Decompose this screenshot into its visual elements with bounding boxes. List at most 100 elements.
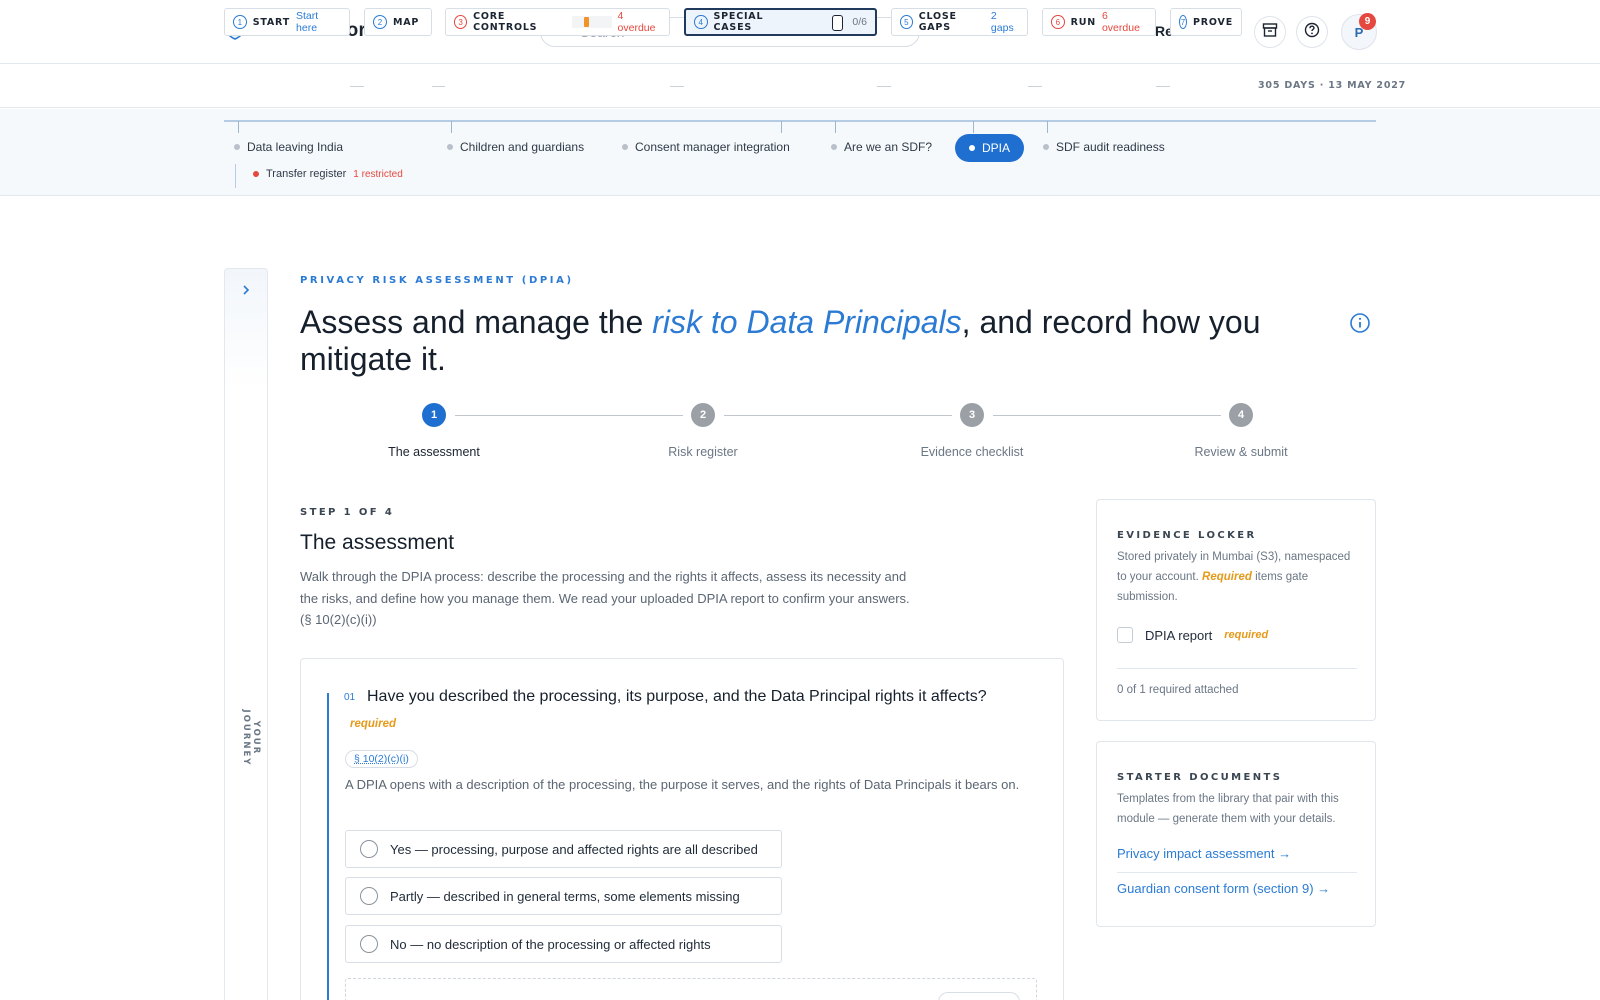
stage-prove[interactable]: 7 PROVE (1170, 8, 1242, 36)
section-reference-link[interactable]: § 10(2)(c)(i) (345, 750, 418, 768)
stage-number: 3 (454, 15, 468, 29)
subtab-label: SDF audit readiness (1056, 140, 1165, 154)
subtab-children[interactable]: Children and guardians (447, 140, 584, 154)
stage-number: 4 (694, 15, 708, 29)
stage-number: 7 (1179, 15, 1188, 29)
question-text: Have you described the processing, its p… (367, 688, 987, 705)
stage-start[interactable]: 1 START Start here (224, 8, 350, 36)
card-description: Stored privately in Mumbai (S3), namespa… (1117, 547, 1357, 607)
required-emphasis: Required (1202, 571, 1252, 583)
subtab-label: Consent manager integration (635, 140, 790, 154)
step-3-indicator[interactable]: 3 (960, 403, 984, 427)
stage-number: 6 (1051, 15, 1065, 29)
step-2-label[interactable]: Risk register (613, 445, 793, 459)
subtab-branch-line (235, 164, 236, 188)
stage-label: MAP (393, 16, 420, 28)
archive-button[interactable] (1254, 16, 1286, 48)
subtab-transfer-register[interactable]: Transfer register 1 restricted (253, 168, 403, 180)
subtab-label: Children and guardians (460, 140, 585, 154)
evidence-item-dpia-report[interactable]: DPIA report required (1117, 627, 1268, 643)
stepper-line (455, 415, 683, 416)
divider (1117, 668, 1357, 669)
card-title: STARTER DOCUMENTS (1117, 772, 1283, 783)
step-4-indicator[interactable]: 4 (1229, 403, 1253, 427)
page-eyebrow: PRIVACY RISK ASSESSMENT (DPIA) (300, 275, 574, 286)
card-description: Templates from the library that pair wit… (1117, 793, 1339, 825)
journey-rail[interactable] (224, 268, 268, 1000)
answer-option-yes[interactable]: Yes — processing, purpose and affected r… (345, 830, 782, 868)
subtab-label: Data leaving India (247, 140, 344, 154)
subtab-sdf-audit[interactable]: SDF audit readiness (1043, 140, 1165, 154)
stage-subtext: 4 overdue (617, 10, 656, 34)
subtab-tick (1047, 121, 1048, 133)
headline-emphasis: risk to Data Principals (652, 304, 962, 340)
chevron-right-icon[interactable] (239, 283, 253, 302)
radio-button[interactable] (360, 935, 378, 953)
guardian-consent-form-link[interactable]: Guardian consent form (section 9) → (1117, 881, 1330, 896)
bullet-dot (234, 144, 240, 150)
option-label: Yes — processing, purpose and affected r… (390, 841, 758, 857)
subtab-tick (451, 121, 452, 133)
privacy-impact-assessment-link[interactable]: Privacy impact assessment → (1117, 846, 1291, 861)
radio-button[interactable] (360, 887, 378, 905)
stage-connector (1156, 86, 1170, 87)
question-circle-icon (1304, 22, 1320, 43)
subtab-data-leaving-india[interactable]: Data leaving India (234, 140, 343, 154)
subtab-label: Transfer register (266, 168, 347, 180)
stage-progress-bar (808, 15, 846, 31)
answer-option-no[interactable]: No — no description of the processing or… (345, 925, 782, 963)
stage-close-gaps[interactable]: 5 CLOSE GAPS 2 gaps (891, 8, 1028, 36)
journey-rail-label: YOUR JOURNEY (241, 709, 261, 767)
bullet-dot (447, 144, 453, 150)
question-help-text: A DPIA opens with a description of the p… (345, 777, 1020, 792)
radio-button[interactable] (360, 840, 378, 858)
step-1-indicator[interactable]: 1 (422, 403, 446, 427)
stage-number: 1 (233, 15, 247, 29)
help-button[interactable] (1296, 16, 1328, 48)
subtab-sdf[interactable]: Are we an SDF? (831, 140, 932, 154)
stage-connector (670, 86, 684, 87)
stage-progress-bar (572, 16, 612, 28)
evidence-drop-zone[interactable] (345, 978, 1037, 1000)
deadline-countdown: 305 DAYS · 13 MAY 2027 (1258, 80, 1407, 91)
stage-label: RUN (1070, 16, 1096, 28)
step-eyebrow: STEP 1 OF 4 (300, 507, 395, 518)
stage-run[interactable]: 6 RUN 6 overdue (1042, 8, 1156, 36)
step-1-label[interactable]: The assessment (344, 445, 524, 459)
step-2-indicator[interactable]: 2 (691, 403, 715, 427)
stage-subtext: 0/6 (852, 16, 867, 28)
subtab-label: Are we an SDF? (844, 140, 933, 154)
bullet-dot (1043, 144, 1049, 150)
stage-core-controls[interactable]: 3 CORE CONTROLS 4 overdue (445, 8, 670, 36)
bullet-dot (831, 144, 837, 150)
starter-documents-card: STARTER DOCUMENTS Templates from the lib… (1096, 741, 1376, 927)
evidence-status: 0 of 1 required attached (1117, 684, 1239, 696)
stage-special-cases[interactable]: 4 SPECIAL CASES 0/6 (684, 8, 877, 36)
answer-option-partly[interactable]: Partly — described in general terms, som… (345, 877, 782, 915)
stage-label: CLOSE GAPS (918, 11, 957, 33)
subtab-consent-manager[interactable]: Consent manager integration (622, 140, 790, 154)
evidence-checkbox[interactable] (1117, 627, 1133, 643)
bullet-dot (969, 145, 975, 151)
bullet-dot (622, 144, 628, 150)
info-icon[interactable] (1349, 312, 1371, 339)
step-3-label[interactable]: Evidence checklist (882, 445, 1062, 459)
stage-label: PROVE (1193, 16, 1233, 28)
status-dot (253, 171, 259, 177)
option-label: Partly — described in general terms, som… (390, 888, 740, 904)
subtab-dpia[interactable]: DPIA (955, 134, 1025, 162)
divider (1117, 872, 1357, 873)
headline-text: Assess and manage the (300, 304, 653, 340)
stage-label: CORE CONTROLS (473, 11, 538, 33)
upload-button[interactable] (938, 992, 1020, 1000)
stage-subtext: 2 gaps (990, 10, 1014, 34)
stage-map[interactable]: 2 MAP (364, 8, 432, 36)
required-tag: required (1224, 629, 1269, 641)
subtab-label: DPIA (982, 141, 1011, 155)
evidence-locker-card: EVIDENCE LOCKER Stored privately in Mumb… (1096, 499, 1376, 721)
required-tag: required (350, 718, 397, 730)
notification-badge: 9 (1359, 13, 1376, 30)
stage-number: 2 (373, 15, 387, 29)
step-4-label[interactable]: Review & submit (1151, 445, 1331, 459)
option-label: No — no description of the processing or… (390, 936, 711, 952)
